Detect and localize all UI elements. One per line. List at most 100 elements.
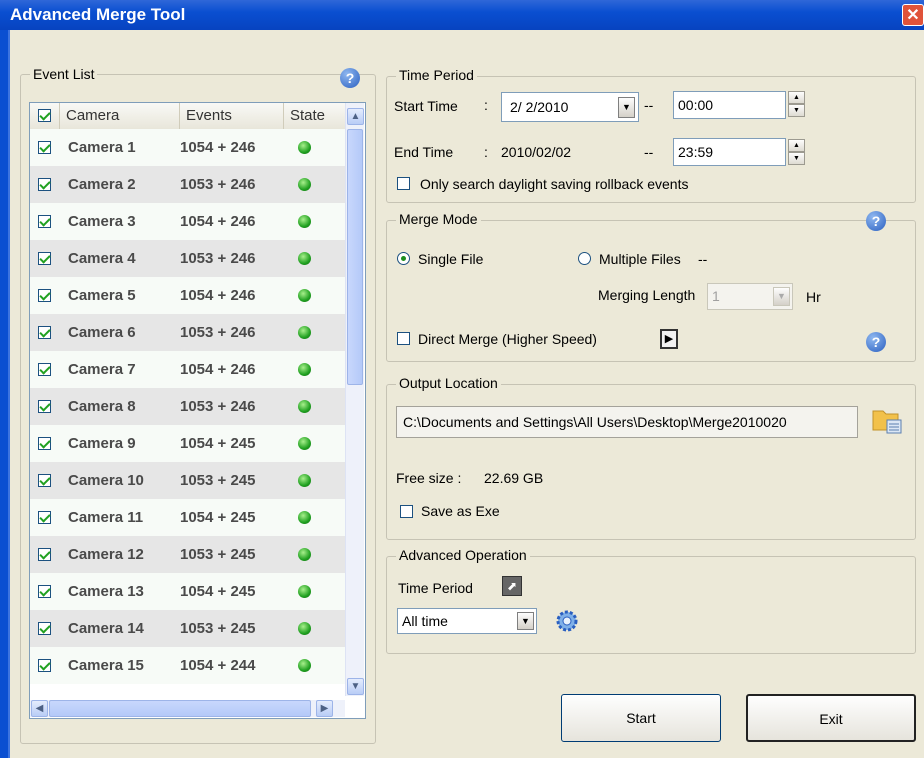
save-as-exe-checkbox[interactable] (400, 505, 413, 518)
advanced-time-period-label: Time Period (398, 580, 473, 596)
daylight-checkbox[interactable] (397, 177, 410, 190)
multiple-files-label: Multiple Files (599, 251, 681, 267)
end-time-spinner[interactable]: ▲ ▼ (788, 139, 805, 165)
table-row[interactable]: Camera 2 1053 + 246 (30, 166, 345, 203)
start-date-dropdown-icon[interactable]: ▼ (618, 97, 635, 118)
table-row[interactable]: Camera 6 1053 + 246 (30, 314, 345, 351)
state-green-icon (298, 400, 311, 413)
close-button[interactable]: ✕ (902, 4, 924, 26)
row-checkbox[interactable] (38, 141, 51, 154)
title-bar: Advanced Merge Tool ✕ (0, 0, 924, 30)
row-checkbox[interactable] (38, 400, 51, 413)
event-count: 1054 + 244 (180, 657, 256, 674)
merging-length-select[interactable]: 1 ▼ (707, 283, 793, 310)
end-dash: -- (644, 144, 654, 160)
state-green-icon (298, 141, 311, 154)
row-checkbox[interactable] (38, 289, 51, 302)
row-checkbox[interactable] (38, 622, 51, 635)
multiple-files-radio[interactable] (578, 252, 591, 265)
vertical-scroll-thumb[interactable] (347, 129, 363, 385)
camera-name: Camera 15 (68, 657, 144, 674)
row-checkbox[interactable] (38, 326, 51, 339)
play-preview-icon[interactable]: ▶ (660, 329, 678, 349)
event-count: 1054 + 246 (180, 361, 256, 378)
output-location-legend: Output Location (396, 375, 501, 391)
state-green-icon (298, 289, 311, 302)
table-row[interactable]: Camera 14 1053 + 245 (30, 610, 345, 647)
table-row[interactable]: Camera 9 1054 + 245 (30, 425, 345, 462)
horizontal-scrollbar[interactable]: ◀ ▶ (30, 700, 345, 717)
merge-mode-help-icon[interactable]: ? (866, 211, 886, 231)
end-time-input[interactable]: 23:59 (673, 138, 786, 166)
time-range-dropdown-icon[interactable]: ▼ (517, 612, 534, 630)
state-green-icon (298, 659, 311, 672)
table-row[interactable]: Camera 5 1054 + 246 (30, 277, 345, 314)
start-date-picker[interactable]: 2/ 2/2010 ▼ (501, 92, 639, 122)
table-row[interactable]: Camera 13 1054 + 245 (30, 573, 345, 610)
row-checkbox[interactable] (38, 437, 51, 450)
table-row[interactable]: Camera 3 1054 + 246 (30, 203, 345, 240)
scroll-up-button[interactable]: ▲ (347, 108, 364, 125)
table-row[interactable]: Camera 12 1053 + 245 (30, 536, 345, 573)
end-time-down-icon[interactable]: ▼ (788, 152, 805, 165)
column-header-events[interactable]: Events (180, 103, 284, 129)
table-row[interactable]: Camera 1 1054 + 246 (30, 129, 345, 166)
column-header-camera[interactable]: Camera (60, 103, 180, 129)
start-button[interactable]: Start (561, 694, 721, 742)
header-select-all[interactable] (30, 103, 60, 129)
scroll-left-button[interactable]: ◀ (31, 700, 48, 717)
exit-button[interactable]: Exit (746, 694, 916, 742)
start-time-up-icon[interactable]: ▲ (788, 91, 805, 104)
end-time-colon: : (484, 144, 488, 160)
direct-merge-help-icon[interactable]: ? (866, 332, 886, 352)
event-list-help-icon[interactable]: ? (340, 68, 360, 88)
state-green-icon (298, 474, 311, 487)
row-checkbox[interactable] (38, 474, 51, 487)
scroll-right-button[interactable]: ▶ (316, 700, 333, 717)
row-checkbox[interactable] (38, 252, 51, 265)
camera-name: Camera 14 (68, 620, 144, 637)
row-checkbox[interactable] (38, 511, 51, 524)
single-file-label: Single File (418, 251, 484, 267)
camera-name: Camera 1 (68, 139, 136, 156)
table-header: Camera Events State (30, 103, 345, 130)
camera-name: Camera 12 (68, 546, 144, 563)
row-checkbox[interactable] (38, 363, 51, 376)
end-time-up-icon[interactable]: ▲ (788, 139, 805, 152)
vertical-scrollbar[interactable]: ▲ ▼ (345, 103, 364, 696)
row-checkbox[interactable] (38, 659, 51, 672)
camera-name: Camera 11 (68, 509, 144, 526)
merging-length-value: 1 (712, 288, 720, 304)
table-row[interactable]: Camera 7 1054 + 246 (30, 351, 345, 388)
row-checkbox[interactable] (38, 178, 51, 191)
start-date-value: 2/ 2/2010 (510, 99, 569, 115)
table-row[interactable]: Camera 8 1053 + 246 (30, 388, 345, 425)
row-checkbox[interactable] (38, 548, 51, 561)
browse-folder-icon[interactable] (870, 402, 904, 436)
scroll-down-button[interactable]: ▼ (347, 678, 364, 695)
camera-name: Camera 5 (68, 287, 136, 304)
state-green-icon (298, 326, 311, 339)
row-checkbox[interactable] (38, 585, 51, 598)
row-checkbox[interactable] (38, 215, 51, 228)
merging-length-dropdown-icon[interactable]: ▼ (773, 287, 790, 306)
edit-time-period-icon[interactable]: ⬈ (502, 576, 522, 596)
start-time-input[interactable]: 00:00 (673, 91, 786, 119)
settings-gear-icon[interactable] (555, 609, 579, 633)
start-time-down-icon[interactable]: ▼ (788, 104, 805, 117)
select-all-checkbox[interactable] (38, 109, 51, 122)
table-row[interactable]: Camera 15 1054 + 244 (30, 647, 345, 684)
time-range-select[interactable]: All time ▼ (397, 608, 537, 634)
event-count: 1053 + 245 (180, 620, 256, 637)
event-count: 1053 + 245 (180, 546, 256, 563)
start-time-spinner[interactable]: ▲ ▼ (788, 91, 805, 117)
single-file-radio[interactable] (397, 252, 410, 265)
table-row[interactable]: Camera 4 1053 + 246 (30, 240, 345, 277)
direct-merge-checkbox[interactable] (397, 332, 410, 345)
table-row[interactable]: Camera 11 1054 + 245 (30, 499, 345, 536)
column-header-state[interactable]: State (284, 103, 345, 129)
output-path-field[interactable]: C:\Documents and Settings\All Users\Desk… (396, 406, 858, 438)
table-row[interactable]: Camera 10 1053 + 245 (30, 462, 345, 499)
horizontal-scroll-thumb[interactable] (49, 700, 311, 717)
window-title: Advanced Merge Tool (10, 5, 186, 24)
